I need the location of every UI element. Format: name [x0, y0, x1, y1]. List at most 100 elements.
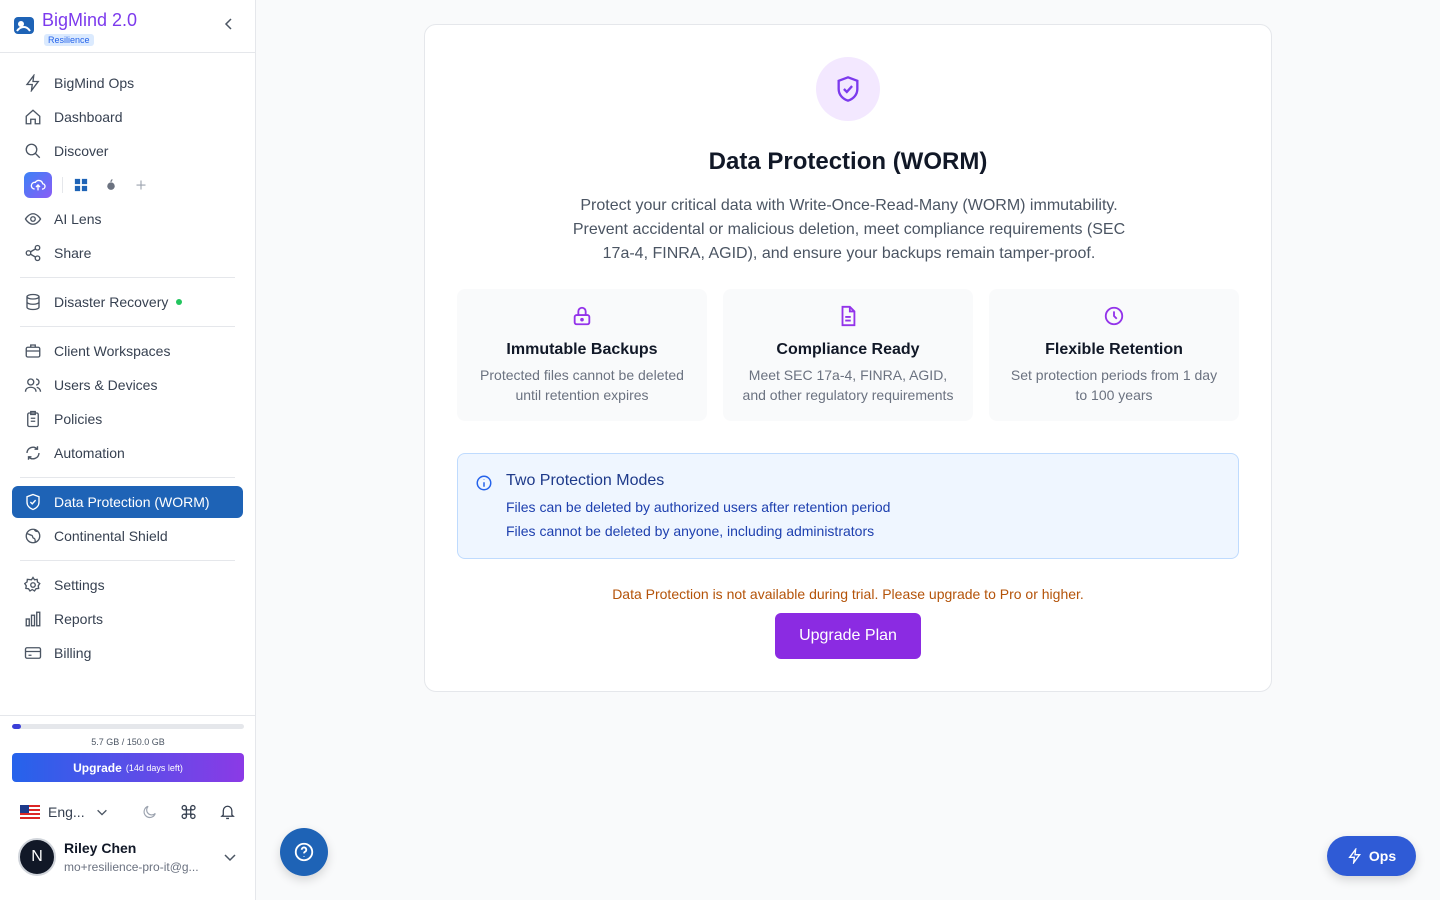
info-line: Files can be deleted by authorized users… — [506, 499, 891, 515]
info-line: Files cannot be deleted by anyone, inclu… — [506, 523, 875, 539]
user-name: Riley Chen — [64, 840, 137, 856]
feature-text: Meet SEC 17a-4, FINRA, AGID, and other r… — [742, 367, 954, 403]
collapse-sidebar-icon[interactable] — [221, 16, 237, 32]
lightning-icon — [1348, 848, 1361, 864]
globe-icon — [25, 528, 41, 544]
sidebar-item-ai-lens[interactable]: AI Lens — [12, 203, 243, 235]
sidebar-item-disaster-recovery[interactable]: Disaster Recovery — [12, 286, 243, 318]
sidebar-item-users-devices[interactable]: Users & Devices — [12, 369, 243, 401]
windows-icon[interactable] — [73, 177, 89, 193]
feature-card: Flexible Retention Set protection period… — [989, 289, 1239, 421]
upgrade-label: Upgrade — [73, 760, 122, 775]
moon-icon[interactable] — [141, 802, 158, 822]
trial-warning: Data Protection is not available during … — [612, 586, 1084, 602]
sidebar-item-share[interactable]: Share — [12, 237, 243, 269]
info-title: Two Protection Modes — [506, 472, 665, 489]
user-profile[interactable]: N Riley Chen mo+resilience-pro-it@g... — [0, 838, 256, 876]
sidebar-item-label: Billing — [54, 645, 92, 661]
credit-card-icon — [24, 647, 42, 659]
sidebar-item-client-workspaces[interactable]: Client Workspaces — [12, 335, 243, 367]
cloud-upload-icon[interactable] — [24, 172, 52, 198]
feature-card: Compliance Ready Meet SEC 17a-4, FINRA, … — [723, 289, 973, 421]
shield-icon — [26, 493, 40, 511]
storage-progress-bar — [12, 724, 244, 729]
chevron-down-icon[interactable] — [222, 849, 238, 865]
feature-text: Set protection periods from 1 day to 100… — [1010, 367, 1218, 403]
os-divider — [62, 177, 63, 193]
add-icon[interactable] — [133, 177, 149, 193]
apple-icon[interactable] — [103, 177, 119, 193]
sidebar-item-policies[interactable]: Policies — [12, 403, 243, 435]
search-icon — [25, 143, 41, 159]
sidebar-item-discover[interactable]: Discover — [12, 135, 243, 167]
us-flag-icon — [20, 805, 40, 819]
ops-label: Ops — [1368, 848, 1397, 864]
sidebar-item-label: Discover — [54, 143, 109, 159]
nav-divider — [20, 477, 235, 478]
sidebar-item-label: Settings — [54, 577, 105, 593]
sidebar-item-continental-shield[interactable]: Continental Shield — [12, 520, 243, 552]
sidebar-item-label: BigMind Ops — [54, 75, 135, 91]
brand-logo-icon — [14, 17, 34, 34]
help-icon — [294, 842, 314, 862]
database-icon — [26, 293, 40, 311]
page-description: Protect your critical data with Write-On… — [572, 197, 1126, 262]
upgrade-plan-button[interactable]: Upgrade Plan — [775, 613, 921, 659]
upgrade-days-left: (14d days left) — [125, 762, 183, 773]
users-icon — [24, 378, 42, 392]
briefcase-icon — [25, 344, 41, 358]
sidebar-item-dashboard[interactable]: Dashboard — [12, 101, 243, 133]
sidebar-item-label: Share — [54, 245, 92, 261]
page-title: Data Protection (WORM) — [708, 148, 988, 175]
sidebar-item-bigmind-ops[interactable]: BigMind Ops — [12, 67, 243, 99]
sidebar-item-label: Data Protection (WORM) — [54, 494, 210, 510]
sidebar-item-label: Reports — [54, 611, 104, 627]
share-icon — [25, 244, 41, 262]
brand-header: BigMind 2.0 Resilience — [0, 0, 255, 53]
clipboard-icon — [27, 410, 39, 428]
feature-text: Protected files cannot be deleted until … — [480, 367, 684, 403]
nav-divider — [20, 560, 235, 561]
bell-icon[interactable] — [219, 802, 236, 822]
lightning-icon — [25, 74, 40, 92]
avatar: N — [18, 838, 56, 876]
sidebar-item-label: Policies — [54, 411, 103, 427]
sidebar-tools-row: Eng... — [12, 782, 244, 822]
user-email: mo+resilience-pro-it@g... — [64, 860, 199, 874]
sidebar-item-settings[interactable]: Settings — [12, 569, 243, 601]
ops-button[interactable]: Ops — [1327, 836, 1416, 876]
sidebar-item-billing[interactable]: Billing — [12, 637, 243, 669]
sidebar-item-label: Continental Shield — [54, 528, 168, 544]
storage-progress-fill — [12, 724, 21, 729]
brand-badge: Resilience — [44, 34, 94, 46]
gear-icon — [24, 576, 41, 592]
chevron-down-icon — [96, 809, 107, 816]
feature-card: Immutable Backups Protected files cannot… — [457, 289, 707, 421]
storage-usage-text: 5.7 GB / 150.0 GB — [91, 737, 165, 747]
feature-list: Immutable Backups Protected files cannot… — [457, 289, 1239, 421]
sidebar-upgrade-button[interactable]: Upgrade (14d days left) — [12, 753, 244, 782]
nav-divider — [20, 326, 235, 327]
protection-modes-info: Two Protection Modes Files can be delete… — [457, 453, 1239, 559]
sidebar-item-reports[interactable]: Reports — [12, 603, 243, 635]
brand-name: BigMind 2.0 — [42, 10, 138, 30]
eye-icon — [24, 213, 42, 225]
sidebar: BigMind 2.0 Resilience BigMind Ops Dashb… — [0, 0, 256, 900]
help-button[interactable] — [280, 828, 328, 876]
command-icon[interactable] — [180, 802, 197, 822]
clock-icon — [1104, 306, 1124, 326]
feature-title: Immutable Backups — [506, 341, 658, 358]
sidebar-item-data-protection[interactable]: Data Protection (WORM) — [12, 486, 243, 518]
sidebar-item-automation[interactable]: Automation — [12, 437, 243, 469]
home-icon — [25, 109, 41, 125]
feature-title: Compliance Ready — [776, 341, 920, 358]
sidebar-item-label: AI Lens — [54, 211, 102, 227]
nav-divider — [20, 277, 235, 278]
sidebar-nav: BigMind Ops Dashboard Discover AI Lens S… — [0, 53, 255, 669]
language-selector[interactable]: Eng... — [20, 804, 109, 820]
refresh-icon — [26, 446, 40, 460]
sidebar-item-label: Client Workspaces — [54, 343, 171, 359]
shield-check-icon — [816, 57, 880, 121]
info-icon — [476, 475, 492, 491]
sidebar-item-label: Disaster Recovery — [54, 294, 169, 310]
